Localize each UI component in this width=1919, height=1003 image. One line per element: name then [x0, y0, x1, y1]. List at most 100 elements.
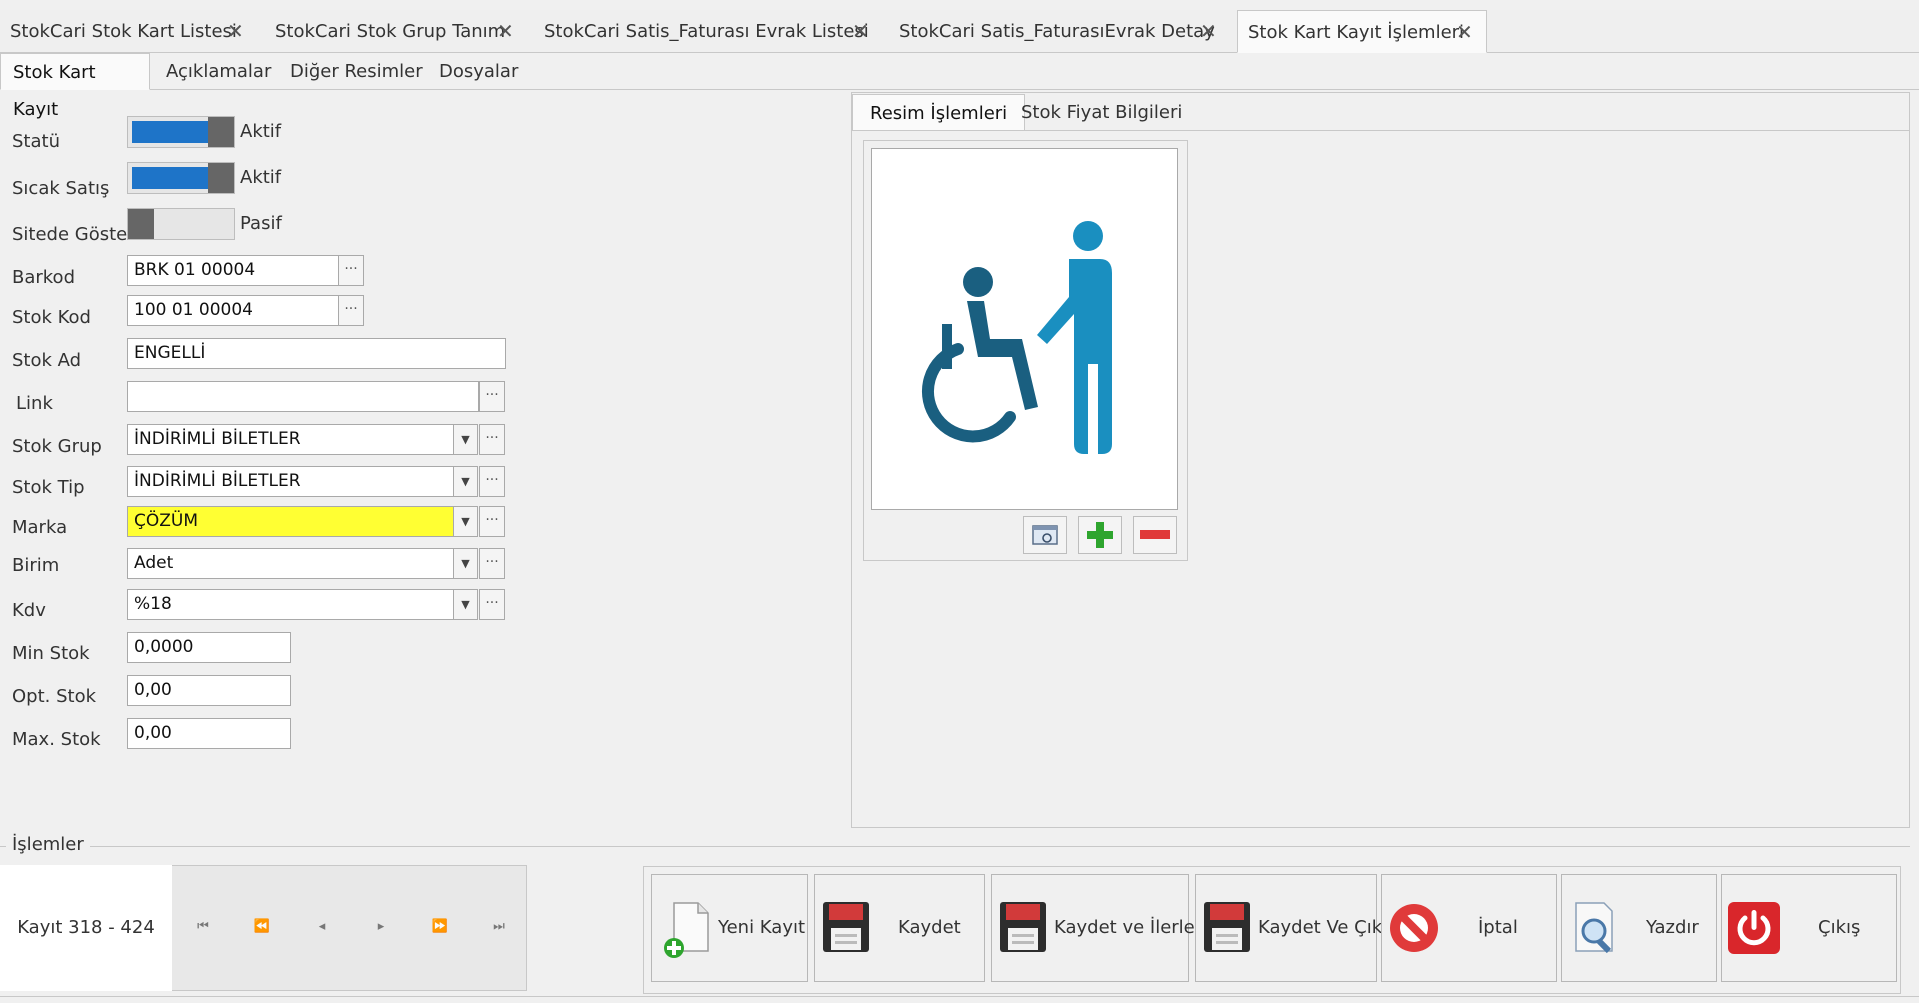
prev-page-button[interactable]: ⏪: [247, 912, 277, 942]
tab-aciklamalar[interactable]: Açıklamalar: [154, 53, 283, 90]
birim-label: Birim: [12, 555, 60, 576]
doc-tab-stok-kart-kayit-islemleri[interactable]: Stok Kart Kayıt İşlemleri ✕: [1237, 10, 1487, 53]
tab-dosyalar[interactable]: Dosyalar: [427, 53, 530, 90]
status-strip: [0, 996, 1919, 1003]
kdv-select[interactable]: %18: [127, 589, 454, 620]
doc-tab-label: StokCari Stok Grup Tanım: [275, 21, 506, 42]
print-button[interactable]: Yazdır: [1561, 874, 1717, 982]
statu-label: Statü: [12, 131, 60, 152]
view-image-icon: [1032, 525, 1058, 545]
opt-stok-input[interactable]: 0,00: [127, 675, 291, 706]
document-tab-bar: StokCari Stok Kart Listesi ✕ StokCari St…: [0, 10, 1919, 53]
floppy-disk-icon: [1000, 902, 1046, 952]
stok-grup-select[interactable]: İNDİRİMLİ BİLETLER: [127, 424, 454, 455]
stok-kod-ellipsis-button[interactable]: ···: [338, 295, 364, 326]
birim-select[interactable]: Adet: [127, 548, 454, 579]
birim-ellipsis-button[interactable]: ···: [479, 548, 505, 579]
kdv-label: Kdv: [12, 600, 46, 621]
stok-tip-dropdown-button[interactable]: ▼: [453, 466, 478, 497]
save-label: Kaydet: [898, 917, 961, 938]
doc-tab-label: StokCari Satis_FaturasıEvrak Detay: [899, 21, 1215, 42]
toggle-knob[interactable]: [128, 209, 154, 239]
tab-diger-resimler[interactable]: Diğer Resimler: [278, 53, 435, 90]
save-and-exit-button[interactable]: Kaydet Ve Çık: [1195, 874, 1382, 982]
link-input[interactable]: [127, 381, 479, 412]
sitede-goster-state: Pasif: [240, 213, 282, 234]
cancel-icon: [1390, 904, 1438, 952]
doc-tab-satis-faturasi-evrak-listesi[interactable]: StokCari Satis_Faturası Evrak Listesi ✕: [534, 10, 888, 53]
min-stok-label: Min Stok: [12, 643, 90, 664]
exit-label: Çıkış: [1818, 917, 1861, 938]
next-record-button[interactable]: ▸: [366, 912, 396, 942]
sitede-goster-toggle[interactable]: [127, 208, 235, 240]
doc-tab-stok-kart-listesi[interactable]: StokCari Stok Kart Listesi ✕: [0, 10, 259, 53]
max-stok-input[interactable]: 0,00: [127, 718, 291, 749]
stok-tip-ellipsis-button[interactable]: ···: [479, 466, 505, 497]
stok-kod-label: Stok Kod: [12, 307, 91, 328]
new-record-button[interactable]: Yeni Kayıt: [651, 874, 808, 982]
remove-image-button[interactable]: [1133, 516, 1177, 554]
kdv-dropdown-button[interactable]: ▼: [453, 589, 478, 620]
tab-divider: [852, 130, 1909, 131]
marka-select[interactable]: ÇÖZÜM: [127, 506, 454, 537]
stock-image[interactable]: [871, 148, 1178, 510]
link-ellipsis-button[interactable]: ···: [479, 381, 505, 412]
tab-resim-islemleri[interactable]: Resim İşlemleri: [852, 94, 1026, 131]
prev-record-button[interactable]: ◂: [307, 912, 337, 942]
save-and-next-button[interactable]: Kaydet ve İlerle: [991, 874, 1195, 982]
stok-kod-input[interactable]: 100 01 00004: [127, 295, 339, 326]
close-icon[interactable]: ✕: [497, 10, 514, 53]
islemler-title: İşlemler: [6, 834, 90, 855]
exit-button[interactable]: Çıkış: [1721, 874, 1897, 982]
stok-grup-ellipsis-button[interactable]: ···: [479, 424, 505, 455]
stok-grup-label: Stok Grup: [12, 436, 102, 457]
close-icon[interactable]: ✕: [1200, 10, 1217, 53]
floppy-disk-icon: [823, 902, 869, 952]
close-icon[interactable]: ✕: [1456, 11, 1473, 54]
toggle-fill: [132, 121, 210, 143]
sub-tab-bar: Stok Kart Kayıt Açıklamalar Diğer Resiml…: [0, 53, 1919, 120]
last-record-button[interactable]: ⏭: [484, 912, 514, 942]
doc-tab-stok-grup-tanim[interactable]: StokCari Stok Grup Tanım ✕: [265, 10, 531, 53]
sitede-goster-label: Sitede Göster: [12, 224, 135, 245]
doc-tab-label: StokCari Satis_Faturası Evrak Listesi: [544, 21, 869, 42]
floppy-disk-icon: [1204, 902, 1250, 952]
birim-dropdown-button[interactable]: ▼: [453, 548, 478, 579]
stok-grup-dropdown-button[interactable]: ▼: [453, 424, 478, 455]
sicak-satis-label: Sıcak Satış: [12, 178, 110, 199]
stok-ad-label: Stok Ad: [12, 350, 82, 371]
tab-stok-kart-kayit[interactable]: Stok Kart Kayıt: [0, 53, 150, 120]
stok-tip-select[interactable]: İNDİRİMLİ BİLETLER: [127, 466, 454, 497]
add-image-button[interactable]: [1078, 516, 1122, 554]
barkod-ellipsis-button[interactable]: ···: [338, 255, 364, 286]
barkod-input[interactable]: BRK 01 00004: [127, 255, 339, 286]
toggle-fill: [132, 167, 210, 189]
statu-toggle[interactable]: [127, 116, 235, 148]
close-icon[interactable]: ✕: [227, 10, 244, 53]
marka-dropdown-button[interactable]: ▼: [453, 506, 478, 537]
sicak-satis-toggle[interactable]: [127, 162, 235, 194]
doc-tab-satis-faturasi-evrak-detay[interactable]: StokCari Satis_FaturasıEvrak Detay ✕: [889, 10, 1233, 53]
barkod-label: Barkod: [12, 267, 75, 288]
tab-stok-fiyat-bilgileri[interactable]: Stok Fiyat Bilgileri: [1004, 94, 1199, 131]
stok-ad-input[interactable]: ENGELLİ: [127, 338, 506, 369]
wheelchair-assist-icon: [921, 221, 1112, 454]
next-page-button[interactable]: ⏩: [425, 912, 455, 942]
marka-ellipsis-button[interactable]: ···: [479, 506, 505, 537]
cancel-button[interactable]: İptal: [1381, 874, 1557, 982]
save-and-exit-label: Kaydet Ve Çık: [1258, 917, 1383, 938]
remove-image-icon: [1140, 530, 1170, 539]
close-icon[interactable]: ✕: [852, 10, 869, 53]
statu-state: Aktif: [240, 121, 282, 142]
toggle-knob[interactable]: [208, 117, 234, 147]
new-document-icon: [664, 902, 709, 958]
view-image-button[interactable]: [1023, 516, 1067, 554]
stok-tip-label: Stok Tip: [12, 477, 85, 498]
doc-tab-label: Stok Kart Kayıt İşlemleri: [1248, 22, 1465, 43]
toggle-knob[interactable]: [208, 163, 234, 193]
max-stok-label: Max. Stok: [12, 729, 101, 750]
kdv-ellipsis-button[interactable]: ···: [479, 589, 505, 620]
min-stok-input[interactable]: 0,0000: [127, 632, 291, 663]
save-button[interactable]: Kaydet: [814, 874, 985, 982]
first-record-button[interactable]: ⏮: [188, 912, 218, 942]
